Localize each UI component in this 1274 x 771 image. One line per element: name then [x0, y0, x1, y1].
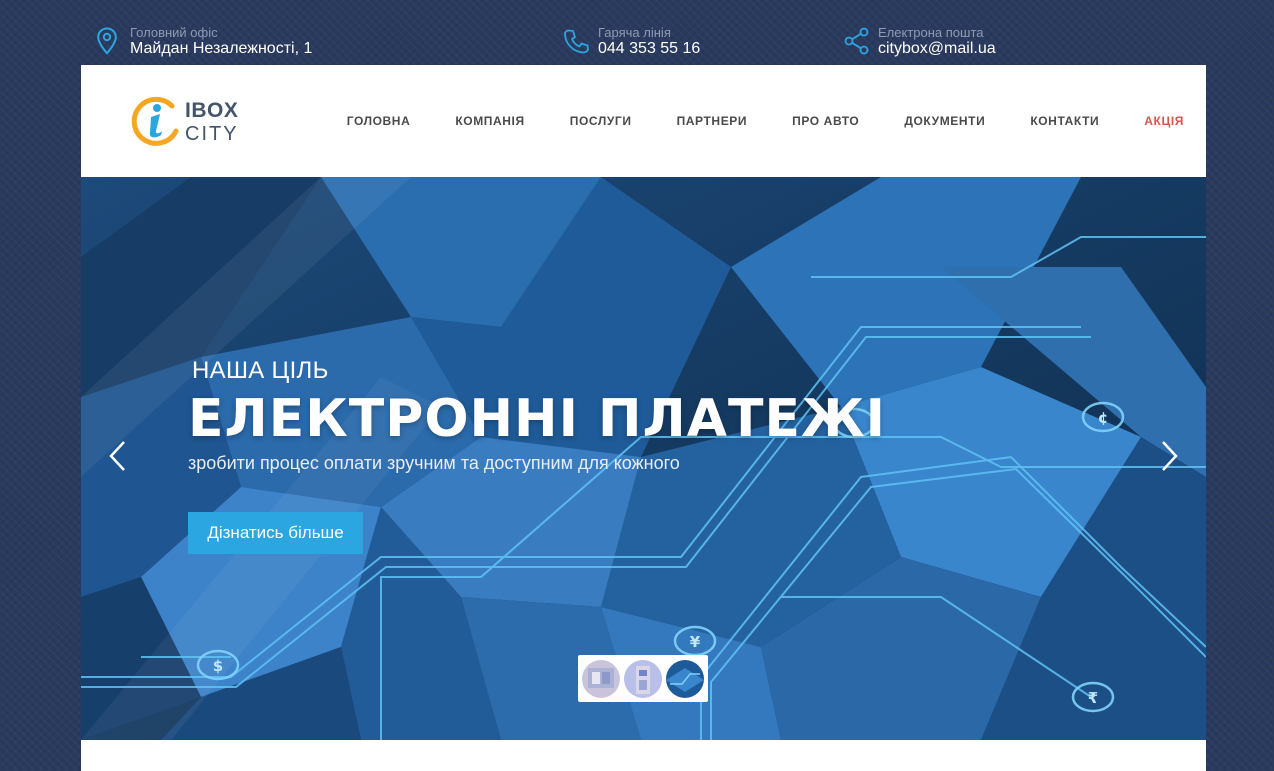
- nav-item-services[interactable]: ПОСЛУГИ: [570, 114, 632, 128]
- logo[interactable]: IBOX CITY: [129, 93, 249, 149]
- logo-text-bottom: CITY: [185, 123, 239, 145]
- logo-text-top: IBOX: [185, 99, 239, 122]
- chevron-left-icon: [109, 441, 125, 471]
- main-nav: ГОЛОВНА КОМПАНІЯ ПОСЛУГИ ПАРТНЕРИ ПРО АВ…: [302, 114, 1184, 128]
- contact-email: Електрона пошта citybox@mail.ua: [844, 26, 996, 58]
- share-icon: [844, 27, 870, 57]
- contact-email-value[interactable]: citybox@mail.ua: [878, 40, 996, 58]
- hero-slider: $ ¥ ¢ ₹ НАША ЦІЛЬ ЕЛЕКТРОННІ ПЛАТЕЖІ зро…: [81, 177, 1206, 740]
- nav-item-promo[interactable]: АКЦІЯ: [1144, 114, 1184, 128]
- nav-item-documents[interactable]: ДОКУМЕНТИ: [904, 114, 985, 128]
- phone-icon: [564, 27, 590, 57]
- contact-email-label: Електрона пошта: [878, 25, 984, 40]
- contact-office: Головний офіс Майдан Незалежності, 1: [96, 26, 312, 58]
- chevron-right-icon: [1162, 441, 1178, 471]
- cent-symbol: ¢: [1098, 409, 1108, 427]
- hero-subtitle: НАША ЦІЛЬ: [192, 357, 329, 384]
- top-contact-bar: Головний офіс Майдан Незалежності, 1 Гар…: [0, 0, 1274, 65]
- page-content-start: [81, 740, 1206, 771]
- contact-office-label: Головний офіс: [130, 25, 218, 40]
- hero-title: ЕЛЕКТРОННІ ПЛАТЕЖІ: [188, 389, 886, 449]
- nav-item-company[interactable]: КОМПАНІЯ: [455, 114, 524, 128]
- slider-prev-button[interactable]: [106, 440, 130, 472]
- slider-next-button[interactable]: [1157, 440, 1181, 472]
- slide-3-thumbnail[interactable]: [666, 659, 704, 698]
- learn-more-button[interactable]: Дізнатись більше: [188, 512, 363, 554]
- hero-description: зробити процес оплати зручним та доступн…: [188, 453, 680, 473]
- site-header: IBOX CITY ГОЛОВНА КОМПАНІЯ ПОСЛУГИ ПАРТН…: [81, 65, 1206, 177]
- contact-phone-label: Гаряча лінія: [598, 25, 671, 40]
- map-pin-icon: [96, 27, 122, 57]
- dollar-symbol: $: [213, 657, 223, 675]
- nav-item-about-auto[interactable]: ПРО АВТО: [792, 114, 859, 128]
- contact-phone-value[interactable]: 044 353 55 16: [598, 40, 700, 58]
- logo-mark-icon: [131, 96, 179, 146]
- yen-symbol: ¥: [690, 633, 701, 651]
- slide-1-thumbnail[interactable]: [582, 659, 620, 698]
- nav-item-partners[interactable]: ПАРТНЕРИ: [677, 114, 748, 128]
- rupee-symbol: ₹: [1088, 689, 1098, 707]
- slide-2-thumbnail[interactable]: [624, 659, 662, 698]
- nav-item-home[interactable]: ГОЛОВНА: [347, 114, 411, 128]
- nav-item-contacts[interactable]: КОНТАКТИ: [1030, 114, 1099, 128]
- contact-phone: Гаряча лінія 044 353 55 16: [564, 26, 700, 58]
- contact-office-value: Майдан Незалежності, 1: [130, 40, 313, 57]
- slider-thumbnails: [578, 655, 708, 702]
